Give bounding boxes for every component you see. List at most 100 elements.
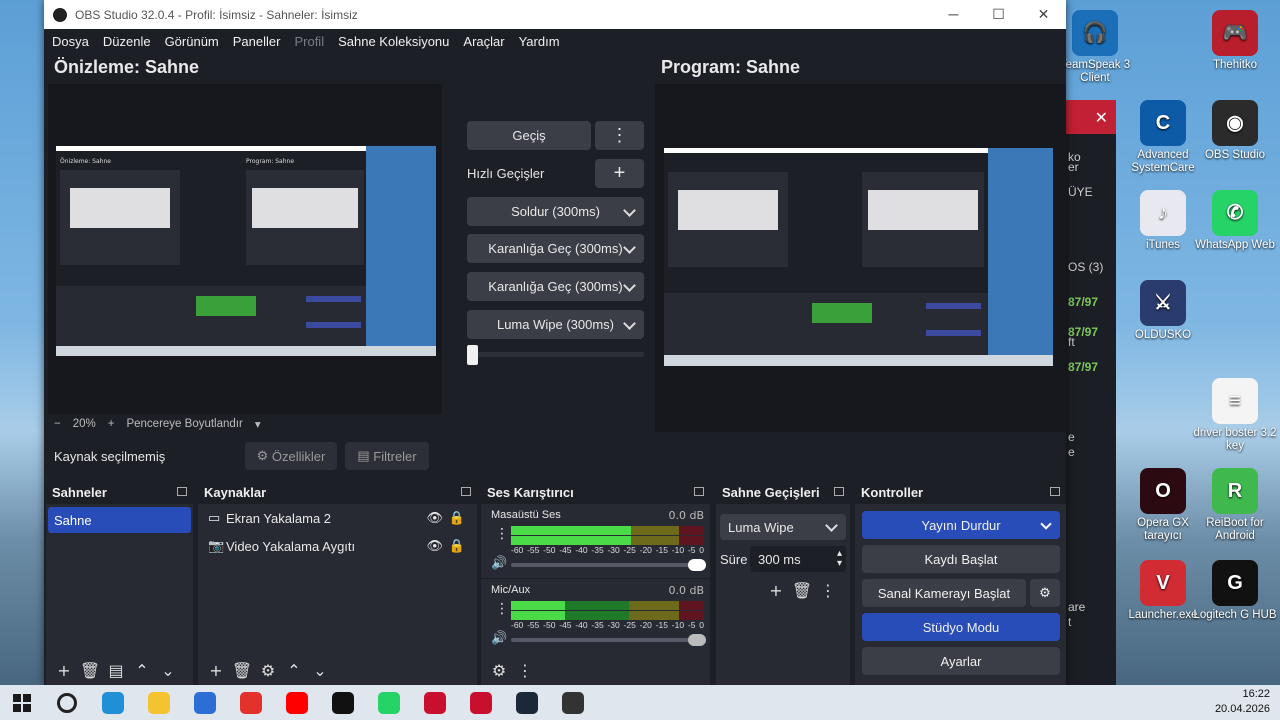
quick-transition-1[interactable]: Soldur (300ms) — [467, 197, 644, 226]
transition-select[interactable]: Luma Wipe — [720, 514, 846, 540]
zoom-out-button[interactable]: − — [54, 418, 61, 430]
opera-icon-glyph — [470, 691, 492, 714]
properties-button[interactable]: ⚙ Özellikler — [245, 442, 337, 470]
add-scene-button[interactable]: + — [54, 660, 74, 680]
popout-icon[interactable] — [461, 487, 471, 496]
speaker-icon[interactable]: 🔊 — [491, 556, 507, 571]
x-icon[interactable] — [320, 685, 366, 720]
add-source-button[interactable]: + — [206, 660, 226, 680]
obs-icon[interactable] — [550, 685, 596, 720]
visibility-eye-icon[interactable]: 👁 — [426, 538, 443, 554]
desktop-icon[interactable]: ≡ driver boster 3.2 key — [1190, 378, 1280, 453]
background-window[interactable]: ✕ ko er ÜYE OS (3) 87/97 87/97 ft 87/97 e e are t — [1066, 100, 1116, 685]
search-icon[interactable] — [44, 685, 90, 720]
app-icon: V — [1140, 560, 1186, 606]
duration-field[interactable]: 300 ms ▴ ▾ — [750, 546, 846, 572]
channel-menu-icon[interactable]: ⋮ — [495, 526, 509, 542]
volume-slider[interactable] — [511, 634, 706, 646]
preview-canvas[interactable]: Önizleme: Sahne Program: Sahne — [48, 84, 442, 414]
fit-to-window-button[interactable]: Pencereye Boyutlandır — [126, 418, 242, 430]
transition-menu-button[interactable]: ⋮ — [595, 121, 644, 150]
transition-menu-icon[interactable]: ⋮ — [818, 580, 838, 600]
source-row[interactable]: 📷 Video Yakalama Aygıtı 👁 🔒 — [198, 532, 477, 560]
steam-icon[interactable] — [504, 685, 550, 720]
settings-button[interactable]: Ayarlar — [862, 647, 1060, 675]
menu-sahne-koleksiyonu[interactable]: Sahne Koleksiyonu — [338, 34, 449, 49]
move-up-button[interactable]: ⌃ — [284, 660, 304, 680]
filters-button[interactable]: ▤ Filtreler — [345, 442, 429, 470]
quick-transition-3[interactable]: Karanlığa Geç (300ms) — [467, 272, 644, 301]
remove-scene-button[interactable]: 🗑 — [80, 660, 100, 680]
transition-slider-handle[interactable] — [467, 345, 478, 365]
stepper-icon[interactable]: ▴ ▾ — [837, 549, 842, 569]
whatsapp-icon[interactable] — [366, 685, 412, 720]
scene-filters-button[interactable]: ▤ — [106, 660, 126, 680]
close-icon[interactable]: ✕ — [1095, 108, 1108, 127]
popout-icon[interactable] — [1050, 487, 1060, 496]
visibility-eye-icon[interactable]: 👁 — [426, 510, 443, 526]
desktop-icon[interactable]: ✆ WhatsApp Web — [1190, 190, 1280, 252]
mixer-menu-icon[interactable]: ⋮ — [515, 660, 535, 680]
transition-button[interactable]: Geçiş — [467, 121, 591, 150]
scene-item-sahne[interactable]: Sahne — [48, 507, 191, 533]
remove-transition-button[interactable]: 🗑 — [792, 580, 812, 600]
menu-gorunum[interactable]: Görünüm — [165, 34, 219, 49]
move-up-button[interactable]: ⌃ — [132, 660, 152, 680]
channel-menu-icon[interactable]: ⋮ — [495, 601, 509, 617]
menu-yardim[interactable]: Yardım — [519, 34, 560, 49]
add-transition-button[interactable]: + — [766, 580, 786, 600]
zoom-in-button[interactable]: + — [108, 418, 115, 430]
lock-icon[interactable]: 🔒 — [449, 538, 465, 554]
desktop-icon[interactable]: ⚔ OLDUSKO — [1118, 280, 1208, 342]
voice-icon[interactable] — [412, 685, 458, 720]
desktop-icon[interactable]: R ReiBoot for Android — [1190, 468, 1280, 543]
popout-icon[interactable] — [694, 487, 704, 496]
menu-paneller[interactable]: Paneller — [233, 34, 281, 49]
explorer-icon[interactable] — [136, 685, 182, 720]
obs-window[interactable]: OBS Studio 32.0.4 - Profil: İsimsiz - Sa… — [44, 0, 1066, 685]
quick-transition-4[interactable]: Luma Wipe (300ms) — [467, 310, 644, 339]
source-settings-button[interactable]: ⚙ — [258, 660, 278, 680]
store-icon[interactable] — [182, 685, 228, 720]
close-button[interactable]: ✕ — [1021, 6, 1066, 23]
minimize-button[interactable]: ─ — [931, 6, 976, 23]
lock-icon[interactable]: 🔒 — [449, 510, 465, 526]
source-row[interactable]: ▭ Ekran Yakalama 2 👁 🔒 — [198, 504, 477, 532]
volume-handle[interactable] — [688, 634, 706, 646]
stop-streaming-button[interactable]: Yayını Durdur — [862, 511, 1060, 539]
desktop-icon[interactable]: ◉ OBS Studio — [1190, 100, 1280, 162]
chevron-down-icon[interactable]: ▾ — [255, 417, 261, 431]
quick-transition-2[interactable]: Karanlığa Geç (300ms) — [467, 234, 644, 263]
popout-icon[interactable] — [177, 487, 187, 496]
maximize-button[interactable]: ☐ — [976, 6, 1021, 23]
level-meter — [511, 536, 704, 545]
windows-start-icon[interactable] — [0, 685, 44, 720]
move-down-button[interactable]: ⌄ — [158, 660, 178, 680]
youtube-icon[interactable] — [274, 685, 320, 720]
title-bar[interactable]: OBS Studio 32.0.4 - Profil: İsimsiz - Sa… — [44, 0, 1066, 29]
studio-mode-button[interactable]: Stüdyo Modu — [862, 613, 1060, 641]
start-virtual-camera-button[interactable]: Sanal Kamerayı Başlat — [862, 579, 1026, 607]
taskbar-clock[interactable]: 16:22 20.04.2026 — [1215, 687, 1270, 717]
transition-slider-track[interactable] — [467, 352, 644, 357]
desktop-icon[interactable]: 🎮 Thehitko — [1190, 10, 1280, 72]
menu-dosya[interactable]: Dosya — [52, 34, 89, 49]
menu-araclar[interactable]: Araçlar — [463, 34, 504, 49]
desktop-icon[interactable]: G Logitech G HUB — [1190, 560, 1280, 622]
volume-handle[interactable] — [688, 559, 706, 571]
chevron-down-icon[interactable] — [1040, 518, 1052, 530]
opera-icon[interactable] — [458, 685, 504, 720]
move-down-button[interactable]: ⌄ — [310, 660, 330, 680]
mixer-settings-icon[interactable]: ⚙ — [489, 660, 509, 680]
chrome-icon[interactable] — [228, 685, 274, 720]
start-recording-button[interactable]: Kaydı Başlat — [862, 545, 1060, 573]
virtual-camera-settings-icon[interactable]: ⚙ — [1030, 579, 1060, 607]
speaker-icon[interactable]: 🔊 — [491, 631, 507, 646]
menu-duzenle[interactable]: Düzenle — [103, 34, 151, 49]
remove-source-button[interactable]: 🗑 — [232, 660, 252, 680]
volume-slider[interactable] — [511, 559, 706, 571]
program-canvas — [655, 84, 1066, 432]
edge-icon[interactable] — [90, 685, 136, 720]
popout-icon[interactable] — [834, 487, 844, 496]
add-quick-transition-button[interactable]: + — [595, 159, 644, 188]
